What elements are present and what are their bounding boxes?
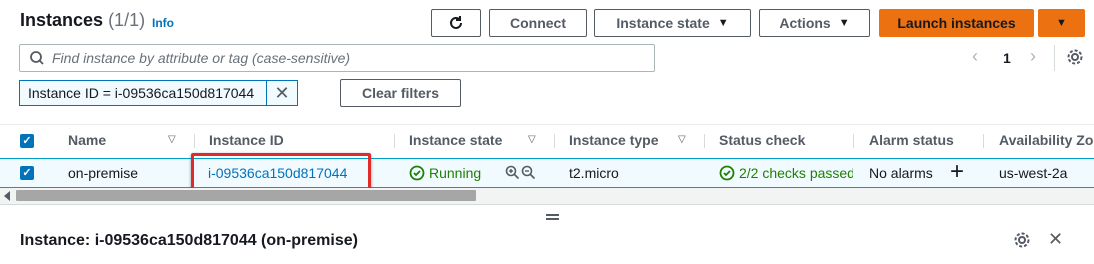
column-divider[interactable] xyxy=(853,134,854,148)
caret-down-icon: ▼ xyxy=(717,17,729,29)
column-divider[interactable] xyxy=(194,134,195,148)
scroll-left-icon[interactable] xyxy=(4,191,10,201)
zoom-in-icon[interactable] xyxy=(505,165,520,180)
column-divider[interactable] xyxy=(704,134,705,148)
sort-icon[interactable]: ▽ xyxy=(528,134,536,145)
column-header-instance-id[interactable]: Instance ID xyxy=(209,132,284,148)
page-title-text: Instances xyxy=(20,10,104,30)
launch-instances-button[interactable]: Launch instances xyxy=(879,9,1034,37)
row-checkbox[interactable]: ✓ xyxy=(20,166,34,180)
gear-icon[interactable] xyxy=(1066,48,1084,66)
instance-state-button[interactable]: Instance state ▼ xyxy=(594,9,751,37)
add-alarm-icon[interactable]: + xyxy=(950,159,964,185)
gear-icon[interactable] xyxy=(1013,231,1031,249)
info-link[interactable]: Info xyxy=(152,16,174,30)
column-header-availability-zone[interactable]: Availability Zo xyxy=(999,132,1093,148)
column-header-alarm-status[interactable]: Alarm status xyxy=(869,132,954,148)
clear-filters-label: Clear filters xyxy=(361,85,440,101)
running-icon xyxy=(409,165,425,181)
column-header-name[interactable]: Name xyxy=(68,132,106,148)
search-input[interactable] xyxy=(50,49,634,67)
column-divider[interactable] xyxy=(983,134,984,148)
alarm-status-value: No alarms xyxy=(869,165,933,181)
remove-filter-button[interactable]: ✕ xyxy=(266,80,298,106)
filter-token-label: Instance ID = i-09536ca150d817044 xyxy=(28,85,255,101)
instance-id-link[interactable]: i-09536ca150d817044 xyxy=(208,165,347,181)
status-check-value: 2/2 checks passed xyxy=(739,165,853,181)
clear-filters-button[interactable]: Clear filters xyxy=(340,79,461,107)
instance-count: (1/1) xyxy=(108,10,146,30)
resize-handle[interactable] xyxy=(546,214,559,220)
launch-instances-label: Launch instances xyxy=(897,15,1016,31)
actions-label: Actions xyxy=(779,15,831,31)
connect-button[interactable]: Connect xyxy=(489,9,587,37)
actions-button[interactable]: Actions ▼ xyxy=(759,9,870,37)
divider xyxy=(1054,45,1055,71)
search-icon xyxy=(30,51,44,65)
scrollbar-thumb[interactable] xyxy=(16,190,476,201)
launch-options-dropdown[interactable]: ▼ xyxy=(1038,9,1085,37)
column-divider[interactable] xyxy=(394,134,395,148)
select-all-checkbox[interactable]: ✓ xyxy=(20,134,34,148)
check-passed-icon xyxy=(719,165,735,181)
search-box[interactable] xyxy=(19,44,655,72)
horizontal-scrollbar[interactable] xyxy=(0,188,1094,205)
caret-down-icon: ▼ xyxy=(1056,17,1067,29)
page-title: Instances (1/1) xyxy=(20,10,145,31)
details-title: Instance: i-09536ca150d817044 (on-premis… xyxy=(20,232,358,249)
instance-state-label: Instance state xyxy=(616,15,710,31)
filter-token: Instance ID = i-09536ca150d817044 xyxy=(19,80,267,106)
instance-type-value: t2.micro xyxy=(569,165,619,181)
refresh-button[interactable] xyxy=(431,9,481,37)
column-header-status-check[interactable]: Status check xyxy=(719,132,805,148)
prev-page-icon[interactable]: ‹ xyxy=(972,46,978,67)
refresh-icon xyxy=(450,16,462,29)
instance-state-value: Running xyxy=(429,165,482,181)
close-icon[interactable]: ✕ xyxy=(1048,229,1063,250)
availability-zone-value: us-west-2a xyxy=(999,165,1068,181)
page-number[interactable]: 1 xyxy=(1003,50,1011,66)
column-divider[interactable] xyxy=(554,134,555,148)
instance-name: on-premise xyxy=(68,165,139,181)
caret-down-icon: ▼ xyxy=(838,17,850,29)
sort-icon[interactable]: ▽ xyxy=(678,134,686,145)
sort-icon[interactable]: ▽ xyxy=(168,134,176,145)
column-header-instance-type[interactable]: Instance type xyxy=(569,132,658,148)
close-icon: ✕ xyxy=(274,82,290,103)
column-header-instance-state[interactable]: Instance state xyxy=(409,132,502,148)
zoom-out-icon[interactable] xyxy=(521,165,536,180)
connect-label: Connect xyxy=(510,15,566,31)
next-page-icon[interactable]: › xyxy=(1030,46,1036,67)
